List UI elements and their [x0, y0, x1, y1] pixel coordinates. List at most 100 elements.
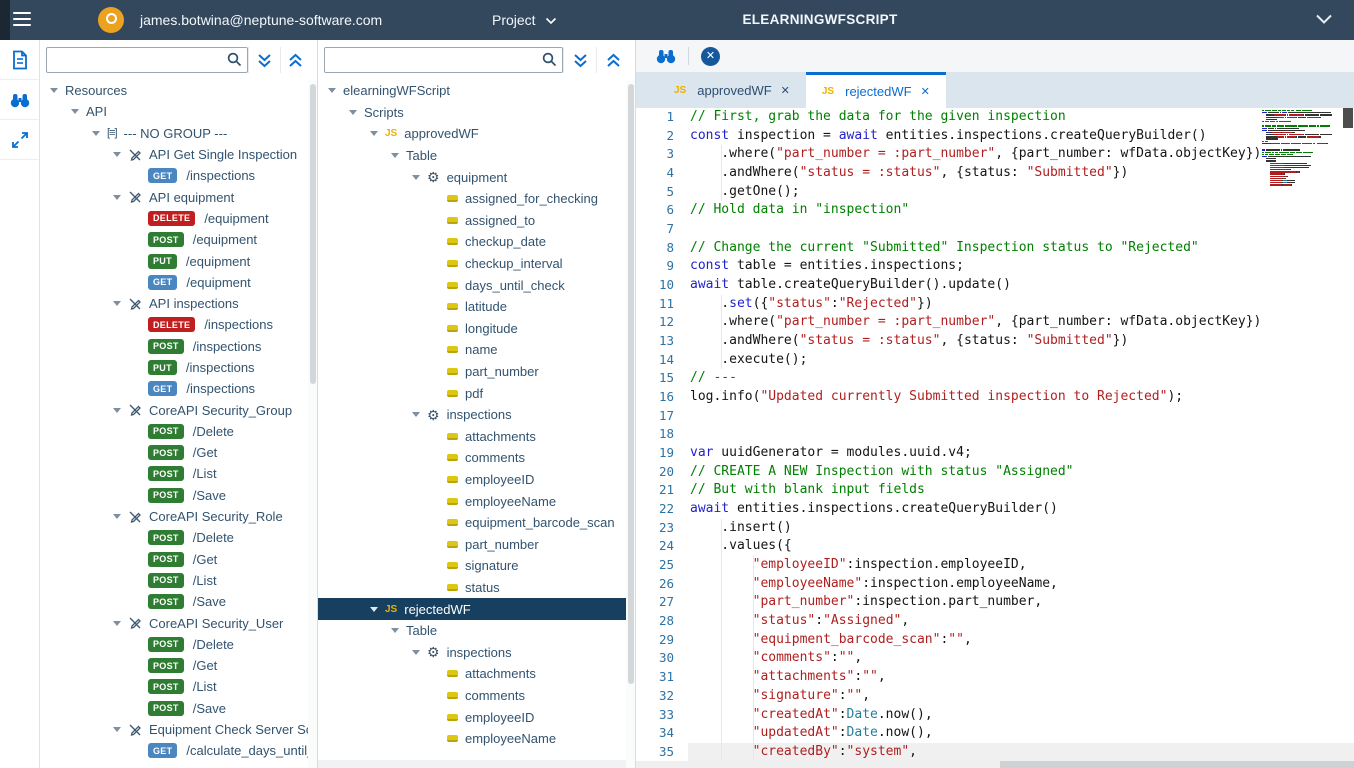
project-tree-item[interactable]: employeeID — [318, 706, 626, 728]
project-tree-item[interactable]: latitude — [318, 296, 626, 318]
project-tree-item[interactable]: Table — [318, 145, 626, 167]
resources-tree-item[interactable]: DELETE/equipment — [40, 208, 308, 229]
tree-caret-icon[interactable] — [50, 88, 58, 93]
tree-caret-icon[interactable] — [370, 131, 378, 136]
tree-caret-icon[interactable] — [412, 412, 420, 417]
tree-caret-icon[interactable] — [113, 408, 121, 413]
tree-caret-icon[interactable] — [391, 153, 399, 158]
project-tree-item[interactable]: ⚙equipment — [318, 166, 626, 188]
project-tree-item[interactable]: comments — [318, 447, 626, 469]
project-tree-item[interactable]: Scripts — [318, 102, 626, 124]
resources-tree-item[interactable]: API — [40, 101, 308, 122]
tree-caret-icon[interactable] — [92, 131, 100, 136]
project-tree-item[interactable]: part_number — [318, 533, 626, 555]
resources-tree-item[interactable]: POST/Delete — [40, 527, 308, 548]
resources-tree-item[interactable]: POST/Delete — [40, 634, 308, 655]
resources-search-input[interactable] — [46, 47, 248, 73]
project-tree-item[interactable]: checkup_date — [318, 231, 626, 253]
resources-tree-item[interactable]: GET/inspections — [40, 378, 308, 399]
close-all-icon[interactable]: ✕ — [701, 47, 720, 66]
tree-caret-icon[interactable] — [113, 301, 121, 306]
resources-tree-item[interactable]: GET/calculate_days_until_che — [40, 740, 308, 760]
collapse-header-chevron-icon[interactable] — [1315, 13, 1333, 25]
resources-tree-item[interactable]: API inspections — [40, 293, 308, 314]
expand-all-button[interactable] — [248, 47, 280, 73]
tree-caret-icon[interactable] — [113, 152, 121, 157]
project-tree-item[interactable]: longitude — [318, 318, 626, 340]
project-tree-item[interactable]: attachments — [318, 663, 626, 685]
find-binoculars-icon[interactable] — [656, 48, 676, 64]
resources-tree-item[interactable]: POST/Save — [40, 485, 308, 506]
resources-tree-item[interactable]: POST/List — [40, 463, 308, 484]
editor-tab-rejectedWF[interactable]: JSrejectedWF✕ — [806, 72, 946, 108]
tree-caret-icon[interactable] — [370, 607, 378, 612]
avatar[interactable] — [98, 7, 124, 33]
minimap[interactable] — [1262, 110, 1332, 196]
project-tree-item[interactable]: signature — [318, 555, 626, 577]
tab-close-icon[interactable]: ✕ — [921, 85, 930, 98]
resources-tree-item[interactable]: Resources — [40, 80, 308, 101]
editor-tab-approvedWF[interactable]: JSapprovedWF✕ — [658, 72, 806, 108]
tree-caret-icon[interactable] — [412, 175, 420, 180]
resources-tree-item[interactable]: POST/Delete — [40, 421, 308, 442]
resources-tree-item[interactable]: API equipment — [40, 186, 308, 207]
project-hscrollbar[interactable] — [318, 760, 626, 768]
tree-caret-icon[interactable] — [412, 650, 420, 655]
expand-all-button[interactable] — [563, 47, 596, 73]
resources-tree-item[interactable]: [≡]--- NO GROUP --- — [40, 123, 308, 144]
resources-tree-item[interactable]: POST/Save — [40, 698, 308, 719]
tree-caret-icon[interactable] — [113, 621, 121, 626]
resources-tree-item[interactable]: CoreAPI Security_Role — [40, 506, 308, 527]
project-tree-item[interactable]: elearningWFScript — [318, 80, 626, 102]
resources-tree-item[interactable]: POST/Get — [40, 442, 308, 463]
hamburger-menu-icon[interactable] — [13, 12, 31, 28]
resources-tree-item[interactable]: Equipment Check Server Script — [40, 719, 308, 740]
collapse-all-button[interactable] — [280, 47, 312, 73]
project-scrollbar[interactable] — [626, 80, 635, 768]
project-tree-item[interactable]: JSrejectedWF — [318, 598, 626, 620]
tree-caret-icon[interactable] — [71, 109, 79, 114]
resources-tree-item[interactable]: PUT/equipment — [40, 250, 308, 271]
project-tree-item[interactable]: days_until_check — [318, 274, 626, 296]
project-tree-item[interactable]: ⚙inspections — [318, 641, 626, 663]
tree-caret-icon[interactable] — [391, 628, 399, 633]
resources-tree-item[interactable]: POST/Get — [40, 655, 308, 676]
project-tree-item[interactable]: Table — [318, 620, 626, 642]
resources-tree-item[interactable]: PUT/inspections — [40, 357, 308, 378]
code-content[interactable]: // First, grab the data for the given in… — [688, 108, 1354, 761]
expand-icon[interactable] — [0, 120, 39, 160]
project-tree-item[interactable]: assigned_to — [318, 210, 626, 232]
project-tree-item[interactable]: checkup_interval — [318, 253, 626, 275]
project-tree-item[interactable]: employeeName — [318, 728, 626, 750]
tree-caret-icon[interactable] — [349, 110, 357, 115]
document-icon[interactable] — [0, 40, 39, 80]
resources-tree-item[interactable]: POST/Save — [40, 591, 308, 612]
resources-tree-item[interactable]: DELETE/inspections — [40, 314, 308, 335]
resources-tree-item[interactable]: POST/equipment — [40, 229, 308, 250]
resources-tree-item[interactable]: CoreAPI Security_User — [40, 612, 308, 633]
resources-tree-item[interactable]: GET/inspections — [40, 165, 308, 186]
project-tree-item[interactable]: name — [318, 339, 626, 361]
project-tree-item[interactable]: employeeName — [318, 490, 626, 512]
tab-close-icon[interactable]: ✕ — [781, 84, 790, 97]
project-tree-item[interactable]: status — [318, 577, 626, 599]
editor-hscrollbar[interactable] — [636, 761, 1354, 768]
project-search-input[interactable] — [324, 47, 563, 73]
resources-tree-item[interactable]: CoreAPI Security_Group — [40, 399, 308, 420]
binoculars-icon[interactable] — [0, 80, 39, 120]
project-tree-item[interactable]: equipment_barcode_scan — [318, 512, 626, 534]
resources-tree-item[interactable]: POST/List — [40, 676, 308, 697]
resources-scrollbar[interactable] — [308, 80, 317, 768]
project-tree-item[interactable]: JSapprovedWF — [318, 123, 626, 145]
resources-tree-item[interactable]: POST/List — [40, 570, 308, 591]
resources-tree-item[interactable]: API Get Single Inspection — [40, 144, 308, 165]
tree-caret-icon[interactable] — [328, 88, 336, 93]
collapse-all-button[interactable] — [596, 47, 629, 73]
resources-tree-item[interactable]: POST/inspections — [40, 336, 308, 357]
project-tree-item[interactable]: ⚙inspections — [318, 404, 626, 426]
project-tree-item[interactable]: attachments — [318, 426, 626, 448]
tree-caret-icon[interactable] — [113, 195, 121, 200]
project-menu[interactable]: Project — [492, 0, 557, 40]
project-tree-item[interactable]: pdf — [318, 382, 626, 404]
resources-tree-item[interactable]: POST/Get — [40, 549, 308, 570]
